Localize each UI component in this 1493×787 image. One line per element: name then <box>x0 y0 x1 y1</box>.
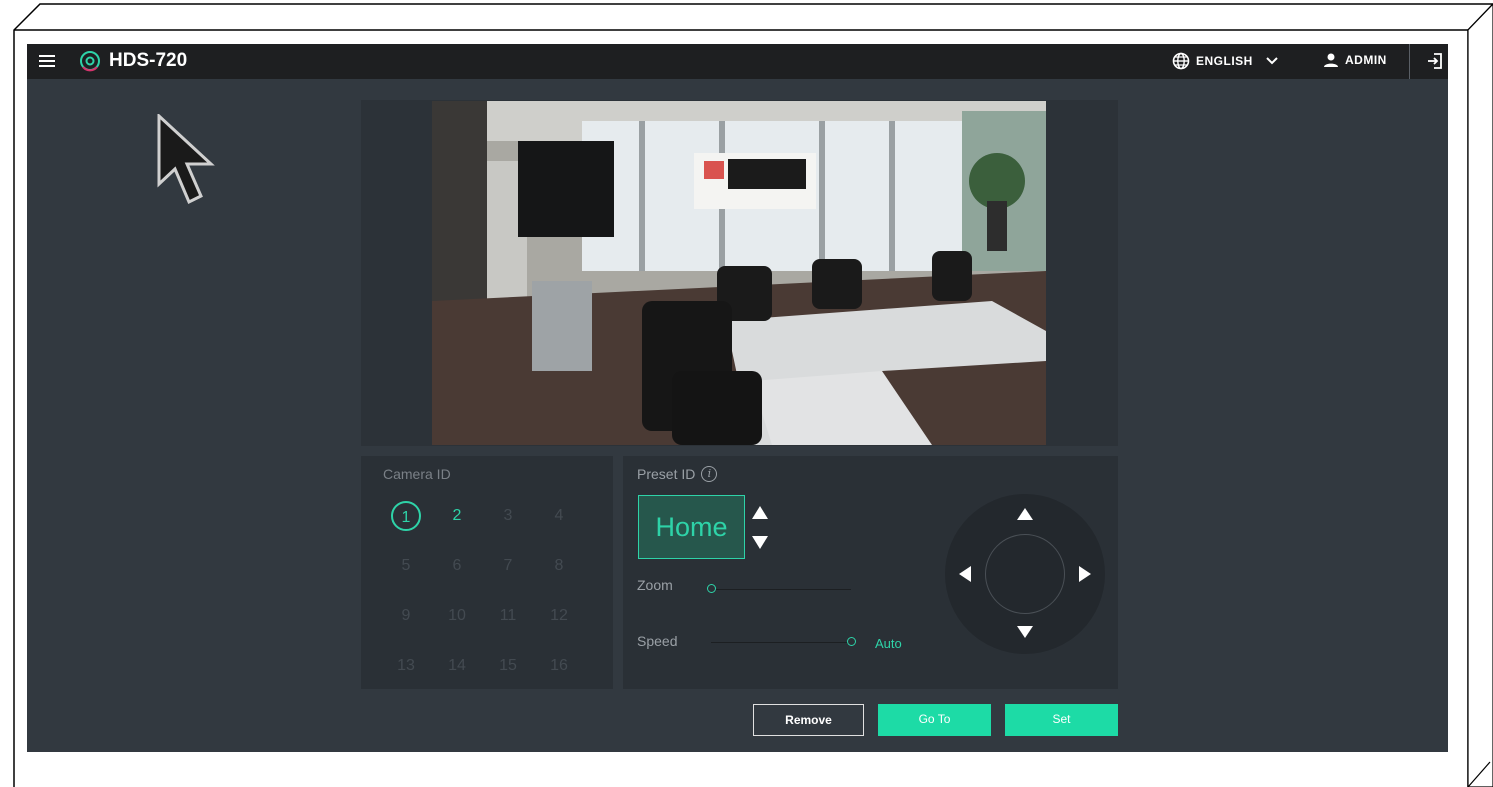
language-selector[interactable]: ENGLISH <box>1172 52 1279 70</box>
preset-id-header: Preset ID i <box>637 466 718 482</box>
menu-icon[interactable] <box>39 53 55 69</box>
chevron-down-icon <box>1266 57 1278 65</box>
arrow-down-icon[interactable] <box>1017 626 1033 638</box>
camera-id-16[interactable]: 16 <box>544 651 574 681</box>
camera-id-3[interactable]: 3 <box>493 501 523 531</box>
camera-id-7[interactable]: 7 <box>493 551 523 581</box>
globe-icon <box>1172 52 1190 70</box>
preset-down-arrow-icon[interactable] <box>752 536 768 549</box>
top-bar: HDS-720 ENGLISH ADMIN <box>27 44 1448 79</box>
camera-id-8[interactable]: 8 <box>544 551 574 581</box>
camera-id-9[interactable]: 9 <box>391 601 421 631</box>
preset-panel: Preset ID i Home Zoom Speed Auto <box>623 456 1118 689</box>
mouse-cursor-icon <box>157 114 215 205</box>
video-panel <box>361 100 1118 446</box>
speed-slider-thumb[interactable] <box>847 637 856 646</box>
camera-id-panel: Camera ID 1 2 3 4 5 6 7 8 9 10 11 12 13 … <box>361 456 613 689</box>
zoom-track <box>711 589 851 590</box>
language-label: ENGLISH <box>1196 54 1253 68</box>
camera-id-5[interactable]: 5 <box>391 551 421 581</box>
speed-track <box>711 642 851 643</box>
user-icon <box>1324 53 1338 67</box>
arrow-up-icon[interactable] <box>1017 508 1033 520</box>
user-label: ADMIN <box>1345 53 1387 67</box>
camera-id-6[interactable]: 6 <box>442 551 472 581</box>
zoom-label: Zoom <box>637 577 673 593</box>
zoom-slider-thumb[interactable] <box>707 584 716 593</box>
camera-id-12[interactable]: 12 <box>544 601 574 631</box>
camera-id-title: Camera ID <box>383 466 451 482</box>
camera-id-15[interactable]: 15 <box>493 651 523 681</box>
ptz-center-button[interactable] <box>985 534 1065 614</box>
ptz-control <box>945 494 1105 654</box>
camera-id-4[interactable]: 4 <box>544 501 574 531</box>
speed-auto-toggle[interactable]: Auto <box>875 636 902 651</box>
preset-value[interactable]: Home <box>638 495 745 559</box>
camera-id-1[interactable]: 1 <box>391 501 421 531</box>
speed-label: Speed <box>637 633 678 649</box>
header-divider <box>1409 44 1410 79</box>
arrow-left-icon[interactable] <box>959 566 971 582</box>
camera-id-11[interactable]: 11 <box>493 601 523 631</box>
preset-up-arrow-icon[interactable] <box>752 506 768 519</box>
camera-id-10[interactable]: 10 <box>442 601 472 631</box>
logout-icon[interactable] <box>1425 51 1445 71</box>
arrow-right-icon[interactable] <box>1079 566 1091 582</box>
go-to-button[interactable]: Go To <box>878 704 991 736</box>
preset-id-title: Preset ID <box>637 466 696 482</box>
user-menu[interactable]: ADMIN <box>1323 52 1387 68</box>
app-title: HDS-720 <box>109 50 188 71</box>
camera-preview <box>432 101 1046 445</box>
app-window: HDS-720 ENGLISH ADMIN Camera ID 1 2 3 4 … <box>27 44 1448 752</box>
logo-icon <box>80 51 100 72</box>
camera-id-2[interactable]: 2 <box>442 501 472 531</box>
info-icon[interactable]: i <box>701 466 718 482</box>
remove-button[interactable]: Remove <box>753 704 864 736</box>
camera-id-14[interactable]: 14 <box>442 651 472 681</box>
camera-id-13[interactable]: 13 <box>391 651 421 681</box>
set-button[interactable]: Set <box>1005 704 1118 736</box>
